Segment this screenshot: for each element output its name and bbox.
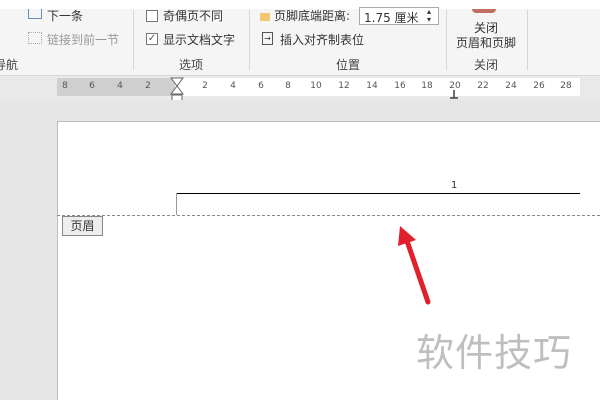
odd-even-label: 奇偶页不同 — [163, 9, 224, 23]
close-header-footer-button[interactable]: 关闭 页眉和页脚 — [450, 0, 525, 52]
insert-align-tab-button[interactable]: 插入对齐制表位 — [280, 31, 364, 48]
link-to-previous-button[interactable]: 链接到前一节 — [47, 31, 119, 48]
insert-tab-icon: → — [262, 32, 273, 45]
nav-group-label: 导航 — [0, 58, 19, 72]
show-doc-text-checkbox[interactable]: ✓ — [146, 33, 158, 45]
watermark: 软件技巧 — [416, 331, 573, 375]
ribbon: 下一条 链接到前一节 导航 奇偶页不同 ✓ 显示文档文字 选项 页脚底端距离: … — [0, 0, 600, 76]
margin-corner — [176, 193, 177, 215]
next-icon — [28, 9, 42, 19]
footer-bottom-label: 页脚底端距离: — [274, 9, 351, 23]
horizontal-ruler[interactable]: 8 6 4 2 2 4 6 8 10 12 14 16 18 20 22 24 … — [57, 78, 580, 96]
page-number: 1 — [451, 180, 458, 191]
tab-stop-icon[interactable] — [449, 90, 459, 100]
header-top-line — [176, 193, 580, 194]
red-arrow-icon — [398, 226, 431, 305]
close-icon — [472, 9, 496, 13]
odd-even-checkbox[interactable] — [146, 10, 158, 22]
options-group-label: 选项 — [179, 58, 204, 72]
spinner-icon[interactable]: ▴ ▾ — [427, 8, 431, 24]
header-boundary-line — [57, 215, 600, 216]
footer-position-icon — [260, 13, 270, 21]
next-button[interactable]: 下一条 — [47, 7, 83, 24]
close-group-label: 关闭 — [474, 58, 499, 72]
show-doc-text-label: 显示文档文字 — [163, 33, 236, 47]
position-group-label: 位置 — [336, 58, 361, 72]
footer-bottom-input[interactable]: 1.75 厘米 ▴ ▾ — [359, 7, 439, 25]
link-icon — [28, 32, 42, 44]
header-tag: 页眉 — [62, 216, 103, 236]
